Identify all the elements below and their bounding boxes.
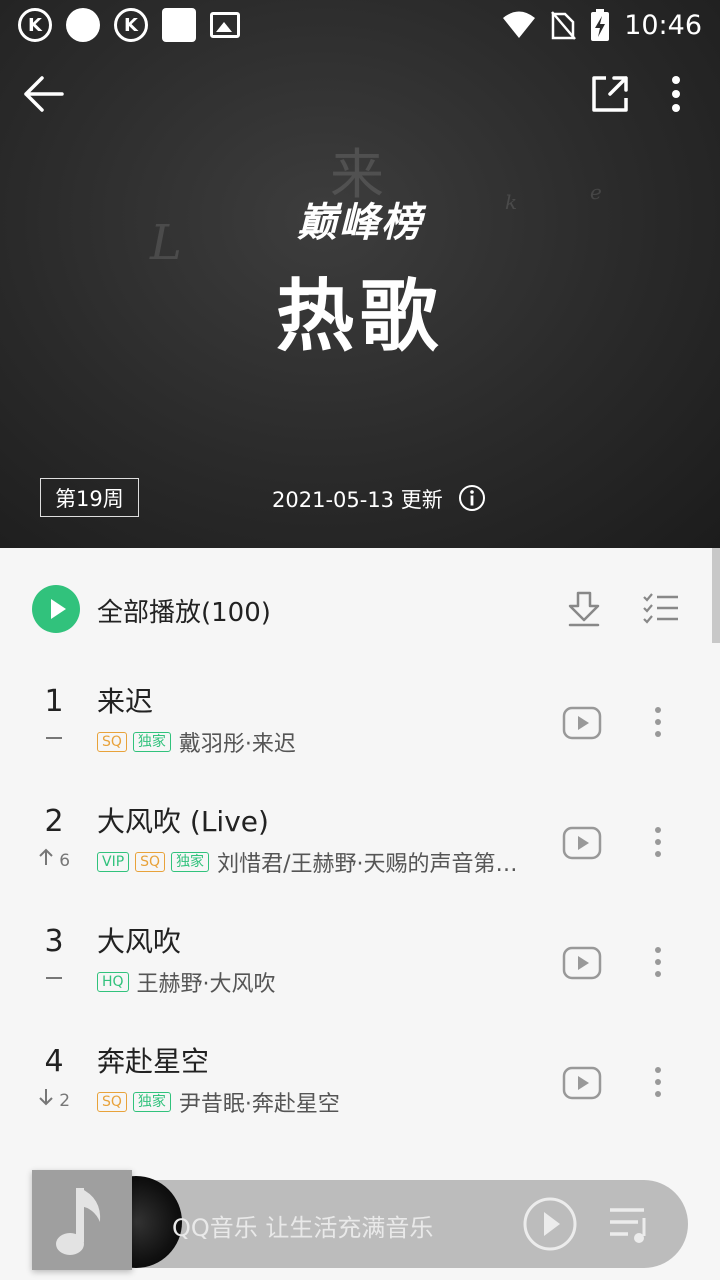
playlist-icon[interactable] (608, 1202, 654, 1246)
song-rank: 4 (44, 1044, 64, 1079)
song-rank: 3 (44, 924, 64, 959)
quality-tag: 独家 (132, 1092, 171, 1112)
song-row[interactable]: 1 来迟 SQ 独家 戴羽彤·来迟 (0, 672, 720, 782)
clock: 10:46 (624, 9, 702, 41)
scrollbar[interactable] (712, 548, 720, 643)
update-date: 2021-05-13 更新 (272, 488, 443, 512)
song-title[interactable]: 奔赴星空 (97, 1040, 209, 1080)
info-icon[interactable] (458, 484, 486, 512)
rank-down-icon (39, 1089, 53, 1106)
play-circle-icon[interactable] (520, 1194, 580, 1254)
no-change-icon (46, 737, 62, 739)
image-icon (210, 12, 240, 38)
song-meta: SQ 独家 戴羽彤·来迟 (97, 726, 559, 758)
mv-video-icon[interactable] (562, 946, 602, 980)
mini-player[interactable]: QQ音乐 让生活充满音乐 (30, 1168, 690, 1270)
chart-header: 来 L k e K K 10:46 巅峰榜 热歌 第19周 2021-05-13… (0, 0, 720, 548)
mv-video-icon[interactable] (562, 1066, 602, 1100)
wifi-icon (503, 11, 536, 38)
quality-tag: 独家 (132, 732, 171, 752)
back-arrow-icon[interactable] (22, 72, 66, 116)
status-bar: K K 10:46 (0, 0, 720, 50)
mv-video-icon[interactable] (562, 826, 602, 860)
rank-trend (24, 968, 84, 988)
more-vertical-icon[interactable] (646, 1062, 670, 1102)
song-meta: HQ 王赫野·大风吹 (97, 966, 559, 998)
more-vertical-icon[interactable] (660, 72, 692, 116)
rank-change: 6 (59, 851, 71, 871)
quality-tag: HQ (97, 972, 129, 992)
song-row[interactable]: 4 2 奔赴星空 SQ 独家 尹昔眠·奔赴星空 (0, 1032, 720, 1142)
rank-trend: 2 (24, 1088, 84, 1111)
quality-tag: SQ (97, 732, 127, 752)
song-rank: 2 (44, 804, 64, 839)
song-title[interactable]: 来迟 (97, 680, 153, 720)
play-all-bar: 全部播放(100) (0, 578, 720, 640)
song-artist: 戴羽彤·来迟 (178, 732, 296, 757)
song-meta: VIP SQ 独家 刘惜君/王赫野·天赐的声音第… (97, 846, 559, 878)
play-all-button[interactable] (32, 585, 80, 633)
netease-icon (66, 8, 100, 42)
k-music-icon: K (18, 8, 52, 42)
quality-tag: SQ (97, 1092, 127, 1112)
no-change-icon (46, 977, 62, 979)
quality-tag: SQ (135, 852, 166, 872)
more-vertical-icon[interactable] (646, 942, 670, 982)
song-row[interactable]: 2 6 大风吹 (Live) VIP SQ 独家 刘惜君/王赫野·天赐的声音第… (0, 792, 720, 902)
song-artist: 尹昔眠·奔赴星空 (178, 1092, 340, 1117)
rank-trend: 6 (24, 848, 84, 871)
album-cover[interactable] (32, 1170, 132, 1270)
no-sim-icon (551, 11, 577, 40)
song-rank: 1 (44, 684, 64, 719)
song-artist: 刘惜君/王赫野·天赐的声音第… (217, 852, 518, 877)
song-meta: SQ 独家 尹昔眠·奔赴星空 (97, 1086, 559, 1118)
multi-select-icon[interactable] (642, 592, 680, 626)
top-toolbar (0, 66, 720, 122)
download-icon[interactable] (566, 590, 602, 628)
music-note-icon (56, 1188, 101, 1255)
song-row[interactable]: 3 大风吹 HQ 王赫野·大风吹 (0, 912, 720, 1022)
chart-title: 热歌 (275, 272, 444, 362)
song-artist: 王赫野·大风吹 (136, 972, 276, 997)
k-music-icon: K (114, 8, 148, 42)
quality-tag: VIP (97, 852, 130, 872)
battery-charging-icon (591, 9, 610, 41)
rank-trend (24, 728, 84, 748)
rank-up-icon (39, 848, 53, 865)
song-title[interactable]: 大风吹 (Live) (97, 800, 269, 840)
brand-name: 巅峰榜 (297, 200, 423, 246)
white-square-icon (162, 8, 196, 42)
song-title[interactable]: 大风吹 (97, 920, 181, 960)
mv-video-icon[interactable] (562, 706, 602, 740)
more-vertical-icon[interactable] (646, 822, 670, 862)
rank-change: 2 (59, 1091, 71, 1111)
mini-player-text: QQ音乐 让生活充满音乐 (172, 1214, 434, 1242)
week-badge: 第19周 (40, 478, 139, 517)
play-all-label[interactable]: 全部播放(100) (97, 592, 271, 629)
share-icon[interactable] (588, 72, 632, 116)
more-vertical-icon[interactable] (646, 702, 670, 742)
chart-logo: 巅峰榜 热歌 (0, 190, 720, 366)
quality-tag: 独家 (171, 852, 210, 872)
